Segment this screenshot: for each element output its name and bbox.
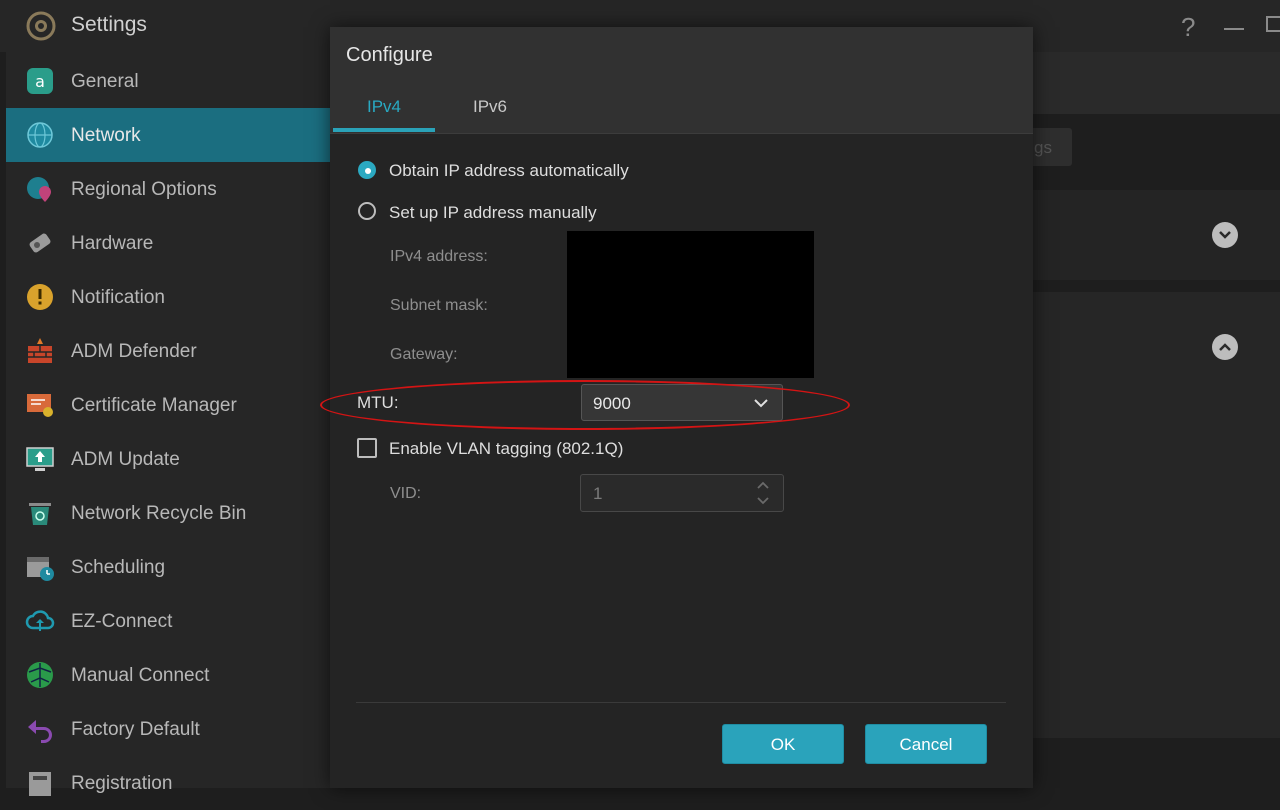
- sidebar-item-adm-update[interactable]: ADM Update: [6, 432, 330, 486]
- sidebar-item-regional-options[interactable]: Regional Options: [6, 162, 330, 216]
- chevron-up-icon[interactable]: [757, 481, 769, 489]
- recycle-bin-icon: [29, 503, 51, 525]
- mtu-value: 9000: [593, 394, 631, 413]
- general-icon: a: [27, 68, 53, 94]
- sidebar-item-registration[interactable]: Registration: [6, 756, 330, 810]
- subnet-mask-label: Subnet mask:: [390, 297, 488, 314]
- content-tab-strip: [1033, 52, 1280, 114]
- cloud-upload-icon: [25, 610, 55, 631]
- undo-arrow-icon: [28, 720, 52, 743]
- enable-vlan-label: Enable VLAN tagging (802.1Q): [389, 439, 624, 458]
- configure-dialog: Configure IPv4 IPv6 Obtain IP address au…: [320, 27, 1033, 788]
- sidebar-item-notification[interactable]: Notification: [6, 270, 330, 324]
- alert-icon: [27, 284, 53, 310]
- sidebar-item-general[interactable]: a General: [6, 54, 330, 108]
- obtain-ip-automatically-radio[interactable]: [358, 161, 376, 179]
- collapse-button[interactable]: [1212, 334, 1238, 360]
- ipv4-address-label: IPv4 address:: [390, 248, 488, 265]
- redacted-ip-fields: [567, 231, 814, 378]
- obtain-ip-automatically-label: Obtain IP address automatically: [389, 161, 629, 180]
- sidebar-item-adm-defender[interactable]: ADM Defender: [6, 324, 330, 378]
- footer-divider: [356, 702, 1006, 703]
- mtu-select[interactable]: 9000: [581, 384, 783, 421]
- sidebar-item-scheduling[interactable]: Scheduling: [6, 540, 330, 594]
- hardware-icon: [29, 233, 51, 253]
- globe-pin-icon: [27, 177, 51, 202]
- chevron-down-icon[interactable]: [757, 497, 769, 505]
- sidebar-item-network-recycle-bin[interactable]: Network Recycle Bin: [6, 486, 330, 540]
- tab-ipv6[interactable]: IPv6: [473, 97, 507, 117]
- cancel-button[interactable]: Cancel: [865, 724, 987, 764]
- sidebar-item-certificate-manager[interactable]: Certificate Manager: [6, 378, 330, 432]
- chevron-down-icon: [754, 399, 768, 408]
- minimize-button[interactable]: [1224, 28, 1244, 30]
- network-ball-icon: [27, 662, 53, 688]
- app-title: Settings: [71, 13, 147, 36]
- ok-button[interactable]: OK: [722, 724, 844, 764]
- help-button[interactable]: ?: [1181, 12, 1195, 43]
- active-tab-indicator: [333, 128, 435, 132]
- vid-stepper[interactable]: 1: [580, 474, 784, 512]
- calendar-clock-icon: [27, 557, 54, 581]
- mtu-label: MTU:: [357, 393, 399, 412]
- dialog-title: Configure: [346, 44, 433, 66]
- header-divider: [330, 133, 1033, 134]
- globe-icon: [27, 122, 53, 148]
- set-ip-manually-label: Set up IP address manually: [389, 203, 597, 222]
- maximize-button[interactable]: [1266, 16, 1280, 32]
- gear-icon: [26, 11, 56, 41]
- interface-panel: [1033, 190, 1280, 280]
- sidebar-item-manual-connect[interactable]: Manual Connect: [6, 648, 330, 702]
- svg-text:a: a: [35, 72, 45, 91]
- sidebar-item-network[interactable]: Network: [6, 108, 330, 162]
- sidebar: a General Network Regional Options Hardw…: [6, 52, 330, 796]
- sidebar-item-factory-default[interactable]: Factory Default: [6, 702, 330, 756]
- interface-panel-expanded: [1033, 292, 1280, 738]
- sidebar-item-ez-connect[interactable]: EZ-Connect: [6, 594, 330, 648]
- dialog-header: Configure IPv4 IPv6: [330, 27, 1033, 133]
- chevron-up-icon: [1219, 343, 1231, 351]
- firewall-icon: [28, 338, 52, 363]
- sidebar-item-hardware[interactable]: Hardware: [6, 216, 330, 270]
- vid-value: 1: [593, 484, 603, 503]
- enable-vlan-checkbox[interactable]: [357, 438, 377, 458]
- tab-ipv4[interactable]: IPv4: [367, 97, 401, 117]
- certificate-icon: [27, 394, 53, 417]
- expand-button[interactable]: [1212, 222, 1238, 248]
- registration-icon: [29, 772, 51, 796]
- gateway-label: Gateway:: [390, 346, 458, 363]
- vid-label: VID:: [390, 485, 422, 502]
- update-icon: [26, 447, 54, 471]
- set-ip-manually-radio[interactable]: [358, 202, 376, 220]
- chevron-down-icon: [1219, 231, 1231, 239]
